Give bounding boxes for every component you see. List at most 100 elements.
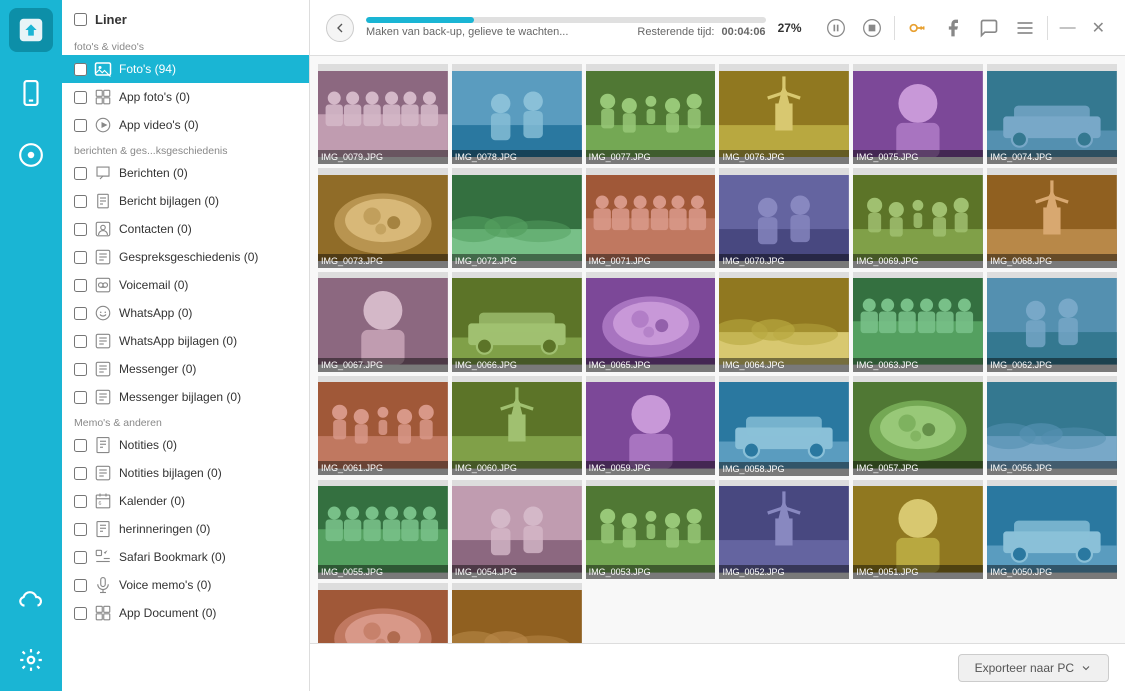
nav-cloud[interactable]: [0, 567, 62, 629]
photo-cell[interactable]: IMG_0067.JPG: [318, 272, 448, 372]
voicemail-checkbox[interactable]: [74, 279, 87, 292]
bottom-bar: Exporteer naar PC: [310, 643, 1125, 691]
photo-cell[interactable]: IMG_0049.JPG: [318, 583, 448, 643]
divider-1: [894, 16, 895, 40]
sidebar-item-voice-memo[interactable]: Voice memo's (0): [62, 571, 309, 599]
whatsapp-bijlagen-checkbox[interactable]: [74, 335, 87, 348]
photo-cell[interactable]: IMG_0079.JPG: [318, 64, 448, 164]
voice-memo-icon: [93, 575, 113, 595]
photo-cell[interactable]: IMG_0059.JPG: [586, 376, 716, 476]
messenger-bijlagen-checkbox[interactable]: [74, 391, 87, 404]
sidebar-item-safari[interactable]: Safari Bookmark (0): [62, 543, 309, 571]
menu-button[interactable]: [1011, 14, 1039, 42]
photo-cell[interactable]: IMG_0058.JPG: [719, 376, 849, 476]
photo-cell[interactable]: IMG_0073.JPG: [318, 168, 448, 268]
sidebar-item-gespreks[interactable]: Gespreksgeschiedenis (0): [62, 243, 309, 271]
sidebar-item-app-videos[interactable]: App video's (0): [62, 111, 309, 139]
whatsapp-label: WhatsApp (0): [119, 306, 192, 320]
photo-cell[interactable]: IMG_0056.JPG: [987, 376, 1117, 476]
photo-cell[interactable]: IMG_0050.JPG: [987, 480, 1117, 580]
sidebar-item-messenger-bijlagen[interactable]: Messenger bijlagen (0): [62, 383, 309, 411]
sidebar-item-whatsapp-bijlagen[interactable]: WhatsApp bijlagen (0): [62, 327, 309, 355]
photo-cell[interactable]: IMG_0051.JPG: [853, 480, 983, 580]
contacten-checkbox[interactable]: [74, 223, 87, 236]
photo-cell[interactable]: IMG_0078.JPG: [452, 64, 582, 164]
photo-cell[interactable]: IMG_0052.JPG: [719, 480, 849, 580]
kalender-checkbox[interactable]: [74, 495, 87, 508]
photo-label: IMG_0074.JPG: [987, 150, 1117, 164]
photo-cell[interactable]: IMG_0069.JPG: [853, 168, 983, 268]
voice-memo-checkbox[interactable]: [74, 579, 87, 592]
facebook-button[interactable]: [939, 14, 967, 42]
liner-checkbox[interactable]: [74, 13, 87, 26]
sidebar-item-herinneringen[interactable]: herinneringen (0): [62, 515, 309, 543]
sidebar-item-voicemail[interactable]: Voicemail (0): [62, 271, 309, 299]
messenger-checkbox[interactable]: [74, 363, 87, 376]
photo-cell[interactable]: IMG_0072.JPG: [452, 168, 582, 268]
section-title-memos: Memo's & anderen: [62, 411, 309, 431]
photo-cell[interactable]: IMG_0060.JPG: [452, 376, 582, 476]
herinneringen-checkbox[interactable]: [74, 523, 87, 536]
app-fotos-checkbox[interactable]: [74, 91, 87, 104]
top-bar: Maken van back-up, gelieve te wachten...…: [310, 0, 1125, 56]
photo-cell[interactable]: IMG_0061.JPG: [318, 376, 448, 476]
notities-bijlagen-checkbox[interactable]: [74, 467, 87, 480]
chat-button[interactable]: [975, 14, 1003, 42]
photo-label: IMG_0069.JPG: [853, 254, 983, 268]
photo-label: IMG_0075.JPG: [853, 150, 983, 164]
photo-cell[interactable]: IMG_0070.JPG: [719, 168, 849, 268]
photo-cell[interactable]: IMG_0055.JPG: [318, 480, 448, 580]
stop-button[interactable]: [858, 14, 886, 42]
sidebar-item-berichten[interactable]: Berichten (0): [62, 159, 309, 187]
photo-label: IMG_0077.JPG: [586, 150, 716, 164]
photo-cell[interactable]: IMG_0074.JPG: [987, 64, 1117, 164]
photo-cell[interactable]: IMG_0057.JPG: [853, 376, 983, 476]
sidebar-item-app-fotos[interactable]: App foto's (0): [62, 83, 309, 111]
sidebar-item-app-document[interactable]: App Document (0): [62, 599, 309, 627]
sidebar-item-notities-bijlagen[interactable]: Notities bijlagen (0): [62, 459, 309, 487]
photo-cell[interactable]: IMG_0068.JPG: [987, 168, 1117, 268]
notities-checkbox[interactable]: [74, 439, 87, 452]
close-button[interactable]: ✕: [1088, 14, 1109, 42]
photo-cell[interactable]: IMG_0053.JPG: [586, 480, 716, 580]
berichten-checkbox[interactable]: [74, 167, 87, 180]
sidebar-item-kalender[interactable]: 6 Kalender (0): [62, 487, 309, 515]
nav-tools[interactable]: [0, 629, 62, 691]
app-fotos-label: App foto's (0): [119, 90, 190, 104]
photo-cell[interactable]: IMG_0075.JPG: [853, 64, 983, 164]
nav-device[interactable]: [0, 62, 62, 124]
sidebar-item-messenger[interactable]: Messenger (0): [62, 355, 309, 383]
photo-cell[interactable]: IMG_0066.JPG: [452, 272, 582, 372]
app-doc-icon: [93, 603, 113, 623]
app-videos-checkbox[interactable]: [74, 119, 87, 132]
pause-button[interactable]: [822, 14, 850, 42]
photo-cell[interactable]: IMG_0064.JPG: [719, 272, 849, 372]
whatsapp-checkbox[interactable]: [74, 307, 87, 320]
photo-cell[interactable]: IMG_0054.JPG: [452, 480, 582, 580]
nav-music[interactable]: [0, 124, 62, 186]
photo-cell[interactable]: IMG_0076.JPG: [719, 64, 849, 164]
sidebar-item-whatsapp[interactable]: WhatsApp (0): [62, 299, 309, 327]
fotos-checkbox[interactable]: [74, 63, 87, 76]
photo-cell[interactable]: IMG_0062.JPG: [987, 272, 1117, 372]
safari-checkbox[interactable]: [74, 551, 87, 564]
photo-cell[interactable]: IMG_0048.JPG: [452, 583, 582, 643]
notes-icon: [93, 435, 113, 455]
gespreks-checkbox[interactable]: [74, 251, 87, 264]
sidebar-item-bericht-bijlagen[interactable]: Bericht bijlagen (0): [62, 187, 309, 215]
export-button[interactable]: Exporteer naar PC: [958, 654, 1109, 682]
key-button[interactable]: [903, 14, 931, 42]
app-document-checkbox[interactable]: [74, 607, 87, 620]
bericht-bijlagen-checkbox[interactable]: [74, 195, 87, 208]
photo-grid-area: IMG_0079.JPG IMG_0078.JPG IMG_: [310, 56, 1125, 643]
photo-cell[interactable]: IMG_0063.JPG: [853, 272, 983, 372]
photo-label: IMG_0079.JPG: [318, 150, 448, 164]
photo-cell[interactable]: IMG_0077.JPG: [586, 64, 716, 164]
back-button[interactable]: [326, 14, 354, 42]
sidebar-item-fotos[interactable]: Foto's (94): [62, 55, 309, 83]
minimize-button[interactable]: —: [1056, 15, 1080, 41]
sidebar-item-contacten[interactable]: Contacten (0): [62, 215, 309, 243]
sidebar-item-notities[interactable]: Notities (0): [62, 431, 309, 459]
photo-cell[interactable]: IMG_0071.JPG: [586, 168, 716, 268]
photo-cell[interactable]: IMG_0065.JPG: [586, 272, 716, 372]
